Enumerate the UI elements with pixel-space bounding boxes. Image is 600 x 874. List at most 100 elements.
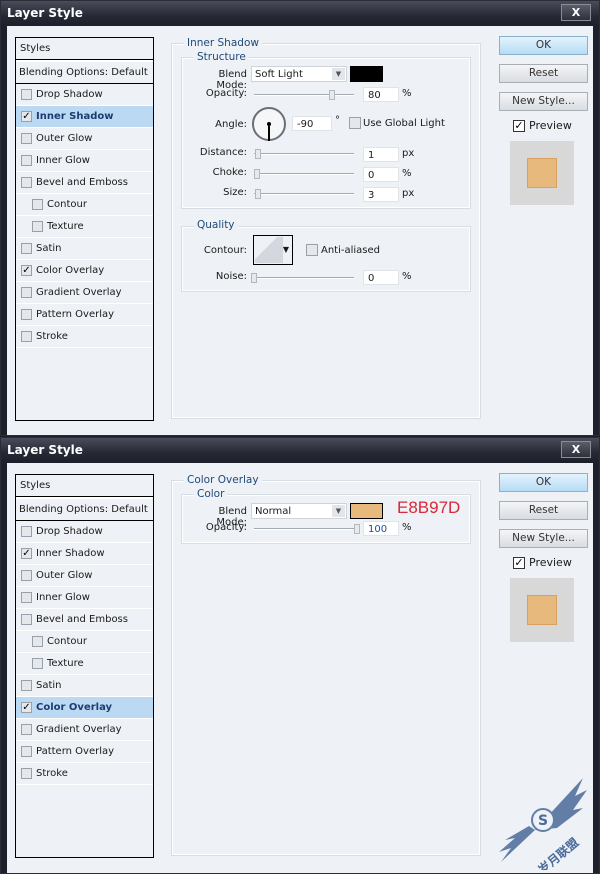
style-item-contour[interactable]: Contour <box>16 194 153 216</box>
style-item-inner-shadow[interactable]: Inner Shadow <box>16 106 153 128</box>
style-checkbox[interactable] <box>21 724 32 735</box>
slider-track <box>254 94 354 96</box>
style-item-outer-glow[interactable]: Outer Glow <box>16 128 153 150</box>
preview-toggle[interactable]: Preview <box>513 119 572 132</box>
preview-checkbox[interactable] <box>513 119 525 132</box>
opacity-input[interactable]: 80 <box>363 87 399 102</box>
blend-mode-select[interactable]: Soft Light ▼ <box>251 66 347 82</box>
style-item-satin[interactable]: Satin <box>16 675 153 697</box>
wing-left-icon <box>499 826 535 862</box>
style-checkbox[interactable] <box>21 133 32 144</box>
choke-slider[interactable] <box>254 169 354 179</box>
slider-thumb[interactable] <box>255 149 261 159</box>
style-item-satin[interactable]: Satin <box>16 238 153 260</box>
opacity-input[interactable]: 100 <box>363 521 399 536</box>
style-item-gradient-overlay[interactable]: Gradient Overlay <box>16 719 153 741</box>
style-item-pattern-overlay[interactable]: Pattern Overlay <box>16 304 153 326</box>
style-checkbox[interactable] <box>21 309 32 320</box>
distance-input[interactable]: 1 <box>363 147 399 162</box>
style-checkbox[interactable] <box>21 177 32 188</box>
style-checkbox[interactable] <box>21 570 32 581</box>
opacity-slider[interactable] <box>254 524 360 534</box>
style-checkbox[interactable] <box>32 199 43 210</box>
style-checkbox[interactable] <box>32 221 43 232</box>
style-checkbox[interactable] <box>21 680 32 691</box>
style-item-bevel-and-emboss[interactable]: Bevel and Emboss <box>16 609 153 631</box>
style-checkbox[interactable] <box>21 155 32 166</box>
style-checkbox[interactable] <box>21 287 32 298</box>
slider-thumb[interactable] <box>255 189 261 199</box>
style-checkbox[interactable] <box>21 526 32 537</box>
distance-slider[interactable] <box>254 149 354 159</box>
style-checkbox[interactable] <box>21 702 32 713</box>
style-checkbox[interactable] <box>32 658 43 669</box>
slider-thumb[interactable] <box>354 524 360 534</box>
slider-thumb[interactable] <box>251 273 257 283</box>
reset-button[interactable]: Reset <box>499 501 588 520</box>
blending-options-item[interactable]: Blending Options: Default <box>16 497 153 521</box>
contour-label: Contour: <box>203 245 247 256</box>
style-item-inner-glow[interactable]: Inner Glow <box>16 587 153 609</box>
use-global-light-checkbox[interactable] <box>349 117 361 129</box>
style-checkbox[interactable] <box>21 331 32 342</box>
size-input[interactable]: 3 <box>363 187 399 202</box>
close-button[interactable]: X <box>561 441 591 458</box>
slider-thumb[interactable] <box>329 90 335 100</box>
style-checkbox[interactable] <box>21 111 32 122</box>
shadow-color-swatch[interactable] <box>350 66 383 82</box>
chevron-down-icon: ▼ <box>332 68 345 80</box>
style-item-drop-shadow[interactable]: Drop Shadow <box>16 521 153 543</box>
style-checkbox[interactable] <box>21 265 32 276</box>
styles-header[interactable]: Styles <box>16 38 153 60</box>
style-item-gradient-overlay[interactable]: Gradient Overlay <box>16 282 153 304</box>
style-item-stroke[interactable]: Stroke <box>16 763 153 785</box>
style-checkbox[interactable] <box>21 746 32 757</box>
style-item-color-overlay[interactable]: Color Overlay <box>16 260 153 282</box>
contour-picker[interactable]: ▼ <box>253 235 293 265</box>
style-item-contour[interactable]: Contour <box>16 631 153 653</box>
style-item-color-overlay[interactable]: Color Overlay <box>16 697 153 719</box>
style-checkbox[interactable] <box>21 592 32 603</box>
preview-swatch <box>527 158 557 188</box>
blending-options-item[interactable]: Blending Options: Default <box>16 60 153 84</box>
style-checkbox[interactable] <box>21 89 32 100</box>
styles-header[interactable]: Styles <box>16 475 153 497</box>
angle-input[interactable]: -90 <box>292 116 332 131</box>
style-item-texture[interactable]: Texture <box>16 653 153 675</box>
anti-aliased-checkbox[interactable] <box>306 244 318 256</box>
style-checkbox[interactable] <box>21 614 32 625</box>
ok-button[interactable]: OK <box>499 473 588 492</box>
noise-input[interactable]: 0 <box>363 270 399 285</box>
new-style-button[interactable]: New Style... <box>499 529 588 548</box>
blend-mode-select[interactable]: Normal ▼ <box>251 503 347 519</box>
choke-unit: % <box>402 168 412 179</box>
style-checkbox[interactable] <box>21 243 32 254</box>
title-bar: Layer Style X <box>1 438 599 463</box>
size-slider[interactable] <box>254 189 354 199</box>
style-item-drop-shadow[interactable]: Drop Shadow <box>16 84 153 106</box>
style-checkbox[interactable] <box>21 548 32 559</box>
angle-dial[interactable] <box>252 107 286 141</box>
opacity-slider[interactable] <box>254 90 354 100</box>
preview-toggle[interactable]: Preview <box>513 556 572 569</box>
reset-button[interactable]: Reset <box>499 64 588 83</box>
style-item-outer-glow[interactable]: Outer Glow <box>16 565 153 587</box>
ok-button[interactable]: OK <box>499 36 588 55</box>
preview-checkbox[interactable] <box>513 556 525 569</box>
style-item-stroke[interactable]: Stroke <box>16 326 153 348</box>
style-item-bevel-and-emboss[interactable]: Bevel and Emboss <box>16 172 153 194</box>
close-button[interactable]: X <box>561 4 591 21</box>
choke-label: Choke: <box>212 167 247 178</box>
slider-thumb[interactable] <box>254 169 260 179</box>
style-item-texture[interactable]: Texture <box>16 216 153 238</box>
style-item-inner-glow[interactable]: Inner Glow <box>16 150 153 172</box>
style-checkbox[interactable] <box>32 636 43 647</box>
style-item-label: Drop Shadow <box>36 89 103 100</box>
choke-input[interactable]: 0 <box>363 167 399 182</box>
style-checkbox[interactable] <box>21 768 32 779</box>
style-item-pattern-overlay[interactable]: Pattern Overlay <box>16 741 153 763</box>
noise-slider[interactable] <box>251 273 354 283</box>
style-item-inner-shadow[interactable]: Inner Shadow <box>16 543 153 565</box>
new-style-button[interactable]: New Style... <box>499 92 588 111</box>
overlay-color-swatch[interactable] <box>350 503 383 519</box>
